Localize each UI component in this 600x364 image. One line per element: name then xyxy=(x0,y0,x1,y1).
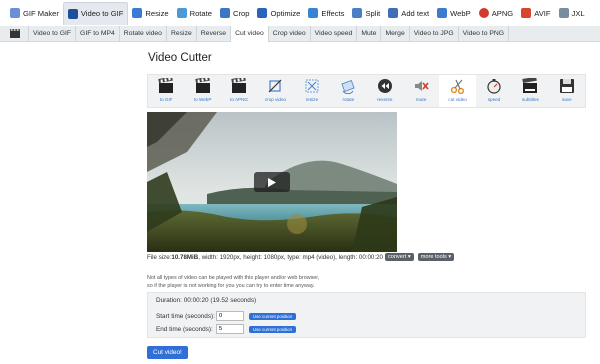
mute-icon xyxy=(412,77,430,95)
end-time-label: End time (seconds): xyxy=(156,325,213,333)
end-time-input[interactable] xyxy=(216,324,244,334)
menu-webp[interactable]: WebP xyxy=(433,2,475,24)
tool-speed[interactable]: speed xyxy=(476,75,512,107)
tab-video-to-gif[interactable]: Video to GIF xyxy=(28,25,75,42)
cut-video-button[interactable]: Cut video! xyxy=(147,346,188,359)
webp-icon xyxy=(437,8,448,18)
rotate-icon xyxy=(176,8,187,18)
tool-to-gif[interactable]: to GIF xyxy=(148,75,184,107)
jxl-icon xyxy=(558,8,569,18)
play-button[interactable] xyxy=(254,172,290,192)
page-title: Video Cutter xyxy=(148,52,212,64)
tab-rotate-video[interactable]: Rotate video xyxy=(118,25,166,42)
split-icon xyxy=(352,8,363,18)
avif-icon xyxy=(521,8,532,18)
cut-options-panel: Duration: 00:00:20 (19.52 seconds) Start… xyxy=(147,292,586,338)
speed-icon xyxy=(485,77,503,95)
tool-reverse[interactable]: reverse xyxy=(367,75,403,107)
menu-resize[interactable]: Resize xyxy=(128,2,172,24)
crop-video-icon xyxy=(266,77,284,95)
duration-row: Duration: 00:00:20 (19.52 seconds) xyxy=(156,297,256,304)
play-icon xyxy=(268,177,276,187)
tool-to-apng[interactable]: to APNG xyxy=(221,75,257,107)
convert-dropdown[interactable]: convert ▾ xyxy=(384,253,414,261)
tab-merge[interactable]: Merge xyxy=(380,25,408,42)
sub-menu: Video to GIF GIF to MP4 Rotate video Res… xyxy=(0,25,600,42)
tool-rotate[interactable]: rotate xyxy=(330,75,366,107)
tool-strip: to GIF to WebP to APNG crop video resize… xyxy=(147,74,586,108)
menu-optimize[interactable]: Optimize xyxy=(253,2,304,24)
tab-video-to-jpg[interactable]: Video to JPG xyxy=(408,25,458,42)
tab-resize[interactable]: Resize xyxy=(165,25,196,42)
effects-icon xyxy=(308,8,319,18)
menu-add-text[interactable]: Add text xyxy=(384,2,433,24)
tab-cut-video[interactable]: Cut video xyxy=(230,25,268,42)
tool-save[interactable]: save xyxy=(549,75,585,107)
menu-rotate[interactable]: Rotate xyxy=(173,2,216,24)
add-text-icon xyxy=(388,8,399,18)
resize-icon xyxy=(132,8,143,18)
save-icon xyxy=(558,77,576,95)
clapperboard-icon xyxy=(194,77,212,95)
tool-subtitles[interactable]: subtitles xyxy=(512,75,548,107)
clapperboard-icon xyxy=(230,77,248,95)
resize-video-icon xyxy=(303,77,321,95)
end-use-position-button[interactable]: Use current position xyxy=(249,325,297,333)
video-player[interactable] xyxy=(147,112,397,252)
start-time-input[interactable] xyxy=(216,311,244,321)
tab-video-to-png[interactable]: Video to PNG xyxy=(457,25,510,42)
end-time-row: End time (seconds): Use current position xyxy=(156,324,297,334)
tab-mute[interactable]: Mute xyxy=(356,25,380,42)
tab-video-speed[interactable]: Video speed xyxy=(309,25,357,42)
scissors-icon xyxy=(449,77,467,95)
apng-icon xyxy=(478,8,489,18)
tool-mute[interactable]: mute xyxy=(403,75,439,107)
start-time-label: Start time (seconds): xyxy=(156,312,215,320)
crop-icon xyxy=(219,8,230,18)
start-use-position-button[interactable]: Use current position xyxy=(249,312,297,320)
tool-cut-video[interactable]: cut video xyxy=(439,75,476,107)
tab-crop-video[interactable]: Crop video xyxy=(267,25,310,42)
rotate-video-icon xyxy=(339,77,357,95)
menu-crop[interactable]: Crop xyxy=(216,2,253,24)
film-icon xyxy=(8,29,22,38)
menu-jxl[interactable]: JXL xyxy=(555,2,589,24)
menu-gif-maker[interactable]: GIF Maker xyxy=(6,2,63,24)
tool-resize[interactable]: resize xyxy=(294,75,330,107)
menu-split[interactable]: Split xyxy=(348,2,384,24)
start-time-row: Start time (seconds): Use current positi… xyxy=(156,311,297,321)
menu-apng[interactable]: APNG xyxy=(475,2,518,24)
menu-effects[interactable]: Effects xyxy=(304,2,348,24)
more-tools-dropdown[interactable]: more tools ▾ xyxy=(417,253,455,261)
duration-text: Duration: 00:00:20 (19.52 seconds) xyxy=(156,297,257,304)
menu-video-to-gif[interactable]: Video to GIF xyxy=(62,1,129,25)
tool-to-webp[interactable]: to WebP xyxy=(184,75,220,107)
top-menu: GIF Maker Video to GIF Resize Rotate Cro… xyxy=(0,0,600,26)
optimize-icon xyxy=(257,8,268,18)
clapperboard-icon xyxy=(157,77,175,95)
file-info: File size: 10.78MiB , width: 1920px, hei… xyxy=(147,253,455,261)
video-to-gif-icon xyxy=(67,8,78,19)
reverse-icon xyxy=(376,77,394,95)
subtitles-icon xyxy=(521,77,539,95)
tool-crop-video[interactable]: crop video xyxy=(257,75,293,107)
gif-maker-icon xyxy=(10,8,20,18)
tab-reverse[interactable]: Reverse xyxy=(195,25,230,42)
tab-gif-to-mp4[interactable]: GIF to MP4 xyxy=(75,25,119,42)
menu-avif[interactable]: AVIF xyxy=(517,2,554,24)
player-note: Not all types of video can be played wit… xyxy=(147,275,320,289)
